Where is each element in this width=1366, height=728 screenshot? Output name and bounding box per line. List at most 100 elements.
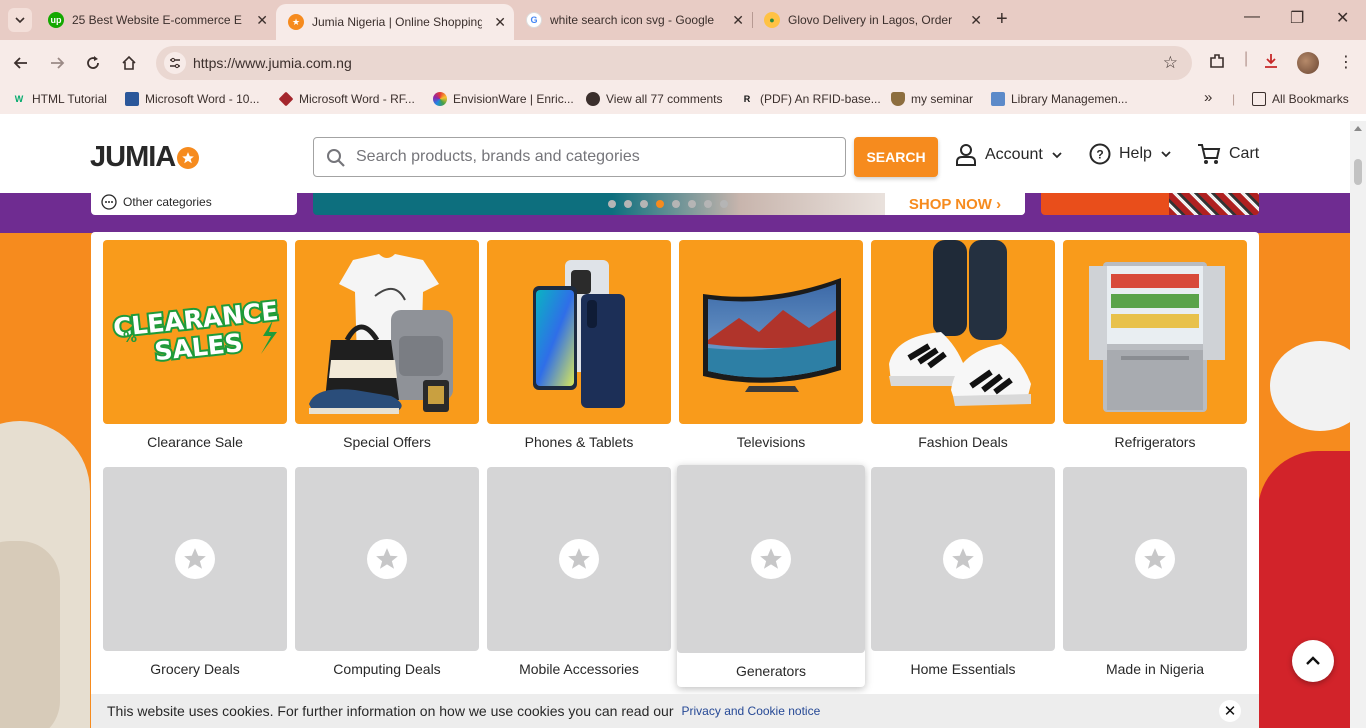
url-text: https://www.jumia.com.ng: [193, 55, 352, 71]
carousel-dot[interactable]: [640, 200, 648, 208]
search-field[interactable]: [313, 137, 846, 177]
tab-google[interactable]: G white search icon svg - Google ✕: [514, 6, 752, 34]
close-icon[interactable]: ✕: [256, 12, 268, 29]
arrow-left-icon: [13, 57, 27, 69]
account-menu[interactable]: Account: [955, 143, 1063, 167]
map-pin-icon: ●: [764, 12, 780, 28]
bookmark-label: my seminar: [911, 92, 974, 106]
bookmark-item[interactable]: R (PDF) An RFID-base...: [740, 92, 881, 106]
category-image: [871, 240, 1055, 424]
category-image-placeholder: [295, 467, 479, 651]
shop-now-button[interactable]: SHOP NOW ›: [885, 193, 1025, 215]
bookmark-item[interactable]: View all 77 comments: [586, 92, 723, 106]
svg-text:?: ?: [1096, 148, 1103, 162]
menu-kebab-icon[interactable]: ⋮: [1338, 52, 1354, 72]
hero-carousel[interactable]: SHOP NOW ›: [313, 193, 1025, 215]
search-input[interactable]: [356, 138, 836, 176]
category-image-placeholder: [103, 467, 287, 651]
jumia-logo[interactable]: JUMIA: [90, 141, 200, 174]
window-close-icon[interactable]: ✕: [1336, 8, 1349, 28]
other-categories-label: Other categories: [123, 195, 212, 209]
address-bar[interactable]: https://www.jumia.com.ng ☆: [156, 46, 1192, 80]
category-card[interactable]: Computing Deals: [295, 467, 479, 679]
tab-jumia[interactable]: ★ Jumia Nigeria | Online Shopping ✕: [276, 4, 514, 40]
category-label: Refrigerators: [1114, 434, 1196, 450]
diamond-icon: [278, 91, 294, 107]
bookmark-item[interactable]: Microsoft Word - 10...: [125, 92, 259, 106]
category-card-hovered[interactable]: Generators: [677, 465, 865, 687]
scrollbar-thumb[interactable]: [1354, 159, 1362, 185]
bookmark-item[interactable]: Library Managemen...: [991, 92, 1128, 106]
category-card[interactable]: Mobile Accessories: [487, 467, 671, 679]
bookmark-item[interactable]: EnvisionWare | Enric...: [433, 92, 574, 106]
category-label: Fashion Deals: [918, 434, 1008, 450]
profile-avatar[interactable]: [1297, 52, 1319, 74]
close-icon[interactable]: ✕: [970, 12, 982, 29]
side-banner[interactable]: [1041, 193, 1259, 215]
carousel-dot[interactable]: [672, 200, 680, 208]
close-icon[interactable]: ✕: [494, 14, 506, 31]
cookie-close-button[interactable]: ✕: [1219, 700, 1241, 722]
crest-icon: [891, 92, 905, 106]
bookmark-label: View all 77 comments: [606, 92, 723, 106]
back-button[interactable]: [10, 52, 32, 74]
all-bookmarks[interactable]: All Bookmarks: [1252, 92, 1349, 106]
scroll-up-arrow-icon[interactable]: [1354, 126, 1362, 131]
star-placeholder-icon: [943, 539, 983, 579]
star-placeholder-icon: [1135, 539, 1175, 579]
help-menu[interactable]: ? Help: [1089, 143, 1172, 165]
tab-upwork[interactable]: up 25 Best Website E-commerce E ✕: [36, 6, 276, 34]
category-card[interactable]: Grocery Deals: [103, 467, 287, 679]
site-header: JUMIA SEARCH Account ? Help Cart: [0, 121, 1350, 193]
download-icon[interactable]: [1262, 52, 1280, 75]
search-button[interactable]: SEARCH: [854, 137, 938, 177]
bookmark-star-icon[interactable]: ☆: [1163, 53, 1178, 73]
category-label: Generators: [735, 663, 807, 679]
close-icon[interactable]: ✕: [732, 12, 744, 29]
other-categories-link[interactable]: Other categories: [91, 193, 297, 215]
back-to-top-button[interactable]: [1292, 640, 1334, 682]
search-icon: [327, 149, 345, 167]
tab-glovo[interactable]: ● Glovo Delivery in Lagos, Order ✕: [752, 6, 990, 34]
minimize-icon[interactable]: —: [1244, 8, 1260, 26]
category-card[interactable]: Home Essentials: [871, 467, 1055, 679]
forward-button[interactable]: [46, 52, 68, 74]
bookmark-item[interactable]: W HTML Tutorial: [12, 92, 107, 106]
cart-icon: [1198, 144, 1221, 164]
tab-search-button[interactable]: [8, 8, 32, 32]
category-card[interactable]: Refrigerators: [1063, 240, 1247, 452]
page-scrollbar[interactable]: [1350, 121, 1366, 728]
carousel-dot[interactable]: [624, 200, 632, 208]
extensions-icon[interactable]: [1208, 52, 1226, 75]
carousel-dot[interactable]: [608, 200, 616, 208]
category-card[interactable]: CLEARANCE SALES % Clearance Sale: [103, 240, 287, 452]
bookmark-item[interactable]: Microsoft Word - RF...: [278, 91, 415, 107]
category-image-placeholder: [487, 467, 671, 651]
reload-icon: [87, 56, 99, 69]
carousel-dot[interactable]: [704, 200, 712, 208]
bookmark-item[interactable]: my seminar: [891, 92, 973, 106]
new-tab-button[interactable]: +: [996, 8, 1008, 31]
carousel-dot-active[interactable]: [656, 200, 664, 208]
home-button[interactable]: [118, 52, 140, 74]
background-hat-right: [1270, 341, 1350, 431]
restore-icon[interactable]: ❐: [1290, 8, 1304, 28]
reload-button[interactable]: [82, 52, 104, 74]
privacy-notice-link[interactable]: Privacy and Cookie notice: [682, 704, 821, 718]
category-card[interactable]: Fashion Deals: [871, 240, 1055, 452]
carousel-dot[interactable]: [720, 200, 728, 208]
bookmark-label: Microsoft Word - RF...: [299, 92, 415, 106]
category-card[interactable]: Made in Nigeria: [1063, 467, 1247, 679]
more-bookmarks-icon[interactable]: »: [1204, 89, 1212, 106]
globe-icon: [586, 92, 600, 106]
plaid-shirt-image: [1169, 193, 1259, 215]
researchgate-icon: R: [743, 94, 751, 104]
folder-icon: [1252, 92, 1266, 106]
chevron-down-icon: [1052, 152, 1062, 159]
cart-link[interactable]: Cart: [1197, 143, 1259, 165]
category-card[interactable]: Televisions: [679, 240, 863, 452]
category-card[interactable]: Special Offers: [295, 240, 479, 452]
category-card[interactable]: Phones & Tablets: [487, 240, 671, 452]
site-info-icon[interactable]: [164, 52, 186, 74]
carousel-dot[interactable]: [688, 200, 696, 208]
